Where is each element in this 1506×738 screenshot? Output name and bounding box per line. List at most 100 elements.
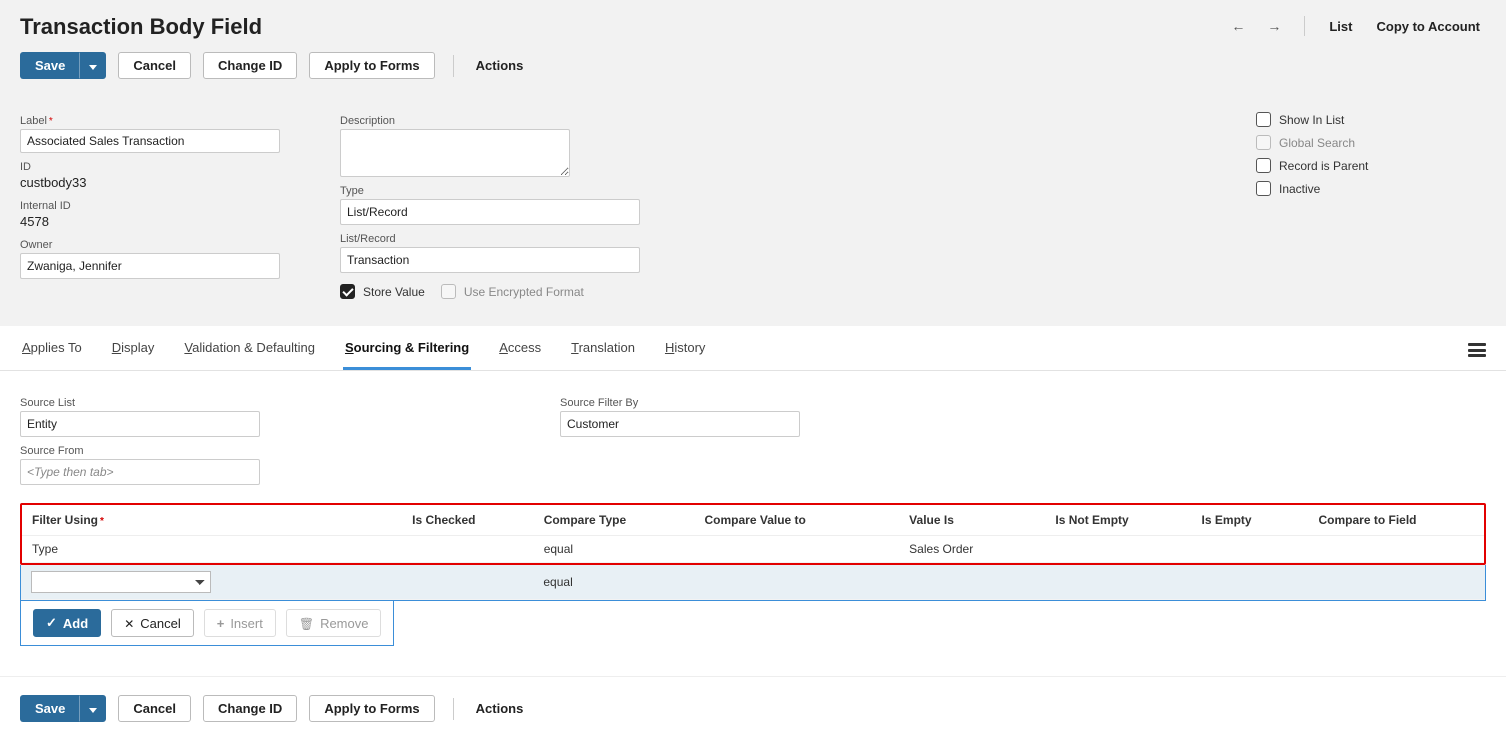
internal-id-value: 4578: [20, 214, 280, 229]
nav-back-arrow-icon[interactable]: ←: [1226, 14, 1250, 38]
type-select[interactable]: List/Record: [340, 199, 640, 225]
col-is-not-empty: Is Not Empty: [1045, 505, 1191, 536]
global-search-checkbox: [1256, 135, 1271, 150]
record-is-parent-checkbox[interactable]: [1256, 158, 1271, 173]
actions-menu[interactable]: Actions: [472, 56, 528, 75]
store-value-checkbox[interactable]: [340, 284, 355, 299]
actions-menu-bottom[interactable]: Actions: [472, 699, 528, 718]
cell-compare-value-to: [695, 536, 900, 563]
encrypted-label: Use Encrypted Format: [464, 285, 584, 299]
col-compare-to-field: Compare to Field: [1309, 505, 1485, 536]
show-in-list-label: Show In List: [1279, 113, 1344, 127]
owner-select[interactable]: Zwaniga, Jennifer: [20, 253, 280, 279]
listrecord-select[interactable]: Transaction: [340, 247, 640, 273]
source-from-select[interactable]: <Type then tab>: [20, 459, 260, 485]
sourcing-top: Source List Entity Source From <Type the…: [20, 391, 1486, 485]
filter-grid: Filter Using* Is Checked Compare Type Co…: [22, 505, 1484, 563]
filter-grid-highlight-frame: Filter Using* Is Checked Compare Type Co…: [20, 503, 1486, 565]
tab-access[interactable]: Access: [497, 340, 543, 370]
internal-id-label: Internal ID: [20, 200, 280, 212]
id-label: ID: [20, 161, 280, 173]
save-button[interactable]: Save: [20, 52, 80, 79]
label-field[interactable]: [20, 129, 280, 153]
tab-sourcing-filtering[interactable]: Sourcing & Filtering: [343, 340, 471, 370]
action-bar: Save Cancel Change ID Apply to Forms Act…: [20, 52, 1486, 79]
edit-compare-to-field-cell[interactable]: [1309, 565, 1485, 600]
id-value: custbody33: [20, 175, 280, 190]
edit-compare-value-to-cell: [694, 565, 899, 600]
save-dropdown-button-bottom[interactable]: [80, 695, 106, 722]
col-value-is: Value Is: [899, 505, 1045, 536]
form-col-left: Label* ID custbody33 Internal ID 4578 Ow…: [20, 109, 280, 302]
col-filter-using: Filter Using*: [22, 505, 402, 536]
caret-down-icon: [89, 708, 97, 713]
bottom-action-bar: Save Cancel Change ID Apply to Forms Act…: [0, 676, 1506, 738]
filter-add-button[interactable]: Add: [33, 609, 101, 637]
page-header: Transaction Body Field ← → List Copy to …: [0, 0, 1506, 89]
label-field-label: Label*: [20, 115, 280, 127]
cell-compare-to-field: [1309, 536, 1485, 563]
page-title: Transaction Body Field: [20, 14, 262, 40]
store-value-row: Store Value Use Encrypted Format: [340, 281, 640, 302]
source-list-col: Source List Entity Source From <Type the…: [20, 391, 280, 485]
apply-to-forms-button[interactable]: Apply to Forms: [309, 52, 434, 79]
cell-compare-type: equal: [534, 536, 695, 563]
source-from-label: Source From: [20, 445, 280, 457]
save-dropdown-button[interactable]: [80, 52, 106, 79]
tab-applies-to[interactable]: Applies To: [20, 340, 84, 370]
filter-edit-row[interactable]: equal: [21, 565, 1485, 600]
filter-edit-row-outer: equal: [20, 565, 1486, 601]
change-id-button-bottom[interactable]: Change ID: [203, 695, 297, 722]
filter-grid-wrap: Filter Using* Is Checked Compare Type Co…: [20, 503, 1486, 646]
tabs-expand-icon[interactable]: [1468, 343, 1486, 357]
filter-grid-actions: Add Cancel Insert Remove: [20, 601, 394, 646]
trash-icon: [299, 616, 314, 631]
col-is-empty: Is Empty: [1192, 505, 1309, 536]
copy-to-account-link[interactable]: Copy to Account: [1370, 17, 1486, 36]
apply-to-forms-button-bottom[interactable]: Apply to Forms: [309, 695, 434, 722]
form-col-middle: Description Type List/Record List/Record…: [340, 109, 640, 302]
record-is-parent-label: Record is Parent: [1279, 159, 1368, 173]
source-filter-by-label: Source Filter By: [560, 397, 820, 409]
edit-value-is-cell[interactable]: [899, 565, 1045, 600]
cell-filter-using: Type: [22, 536, 402, 563]
tab-history[interactable]: History: [663, 340, 707, 370]
table-row[interactable]: Type equal Sales Order: [22, 536, 1484, 563]
type-label: Type: [340, 185, 640, 197]
change-id-button[interactable]: Change ID: [203, 52, 297, 79]
check-icon: [46, 615, 57, 631]
source-list-select[interactable]: Entity: [20, 411, 260, 437]
save-split-button-bottom: Save: [20, 695, 106, 722]
cancel-button-bottom[interactable]: Cancel: [118, 695, 191, 722]
edit-filter-using-select[interactable]: [31, 571, 211, 593]
tab-display[interactable]: Display: [110, 340, 157, 370]
cell-is-checked: [402, 536, 534, 563]
tab-translation[interactable]: Translation: [569, 340, 637, 370]
col-compare-value-to: Compare Value to: [695, 505, 900, 536]
edit-is-not-empty-cell: [1046, 565, 1192, 600]
cell-is-empty: [1192, 536, 1309, 563]
header-row: Transaction Body Field ← → List Copy to …: [20, 14, 1486, 52]
plus-icon: [217, 616, 225, 631]
list-link[interactable]: List: [1323, 17, 1358, 36]
nav-forward-arrow-icon[interactable]: →: [1262, 14, 1286, 38]
cell-value-is: Sales Order: [899, 536, 1045, 563]
description-label: Description: [340, 115, 640, 127]
filter-cancel-button[interactable]: Cancel: [111, 609, 194, 637]
show-in-list-checkbox[interactable]: [1256, 112, 1271, 127]
inactive-label: Inactive: [1279, 182, 1320, 196]
save-split-button: Save: [20, 52, 106, 79]
filter-remove-button: Remove: [286, 609, 382, 637]
col-is-checked: Is Checked: [402, 505, 534, 536]
tab-validation[interactable]: Validation & Defaulting: [182, 340, 317, 370]
edit-compare-type-cell[interactable]: equal: [533, 565, 694, 600]
close-icon: [124, 616, 134, 631]
inactive-checkbox[interactable]: [1256, 181, 1271, 196]
description-textarea[interactable]: [340, 129, 570, 177]
source-filter-by-select[interactable]: Customer: [560, 411, 800, 437]
edit-is-empty-cell: [1192, 565, 1309, 600]
save-button-bottom[interactable]: Save: [20, 695, 80, 722]
filter-edit-row-table: equal: [21, 565, 1485, 600]
top-right-actions: ← → List Copy to Account: [1226, 14, 1486, 38]
cancel-button[interactable]: Cancel: [118, 52, 191, 79]
